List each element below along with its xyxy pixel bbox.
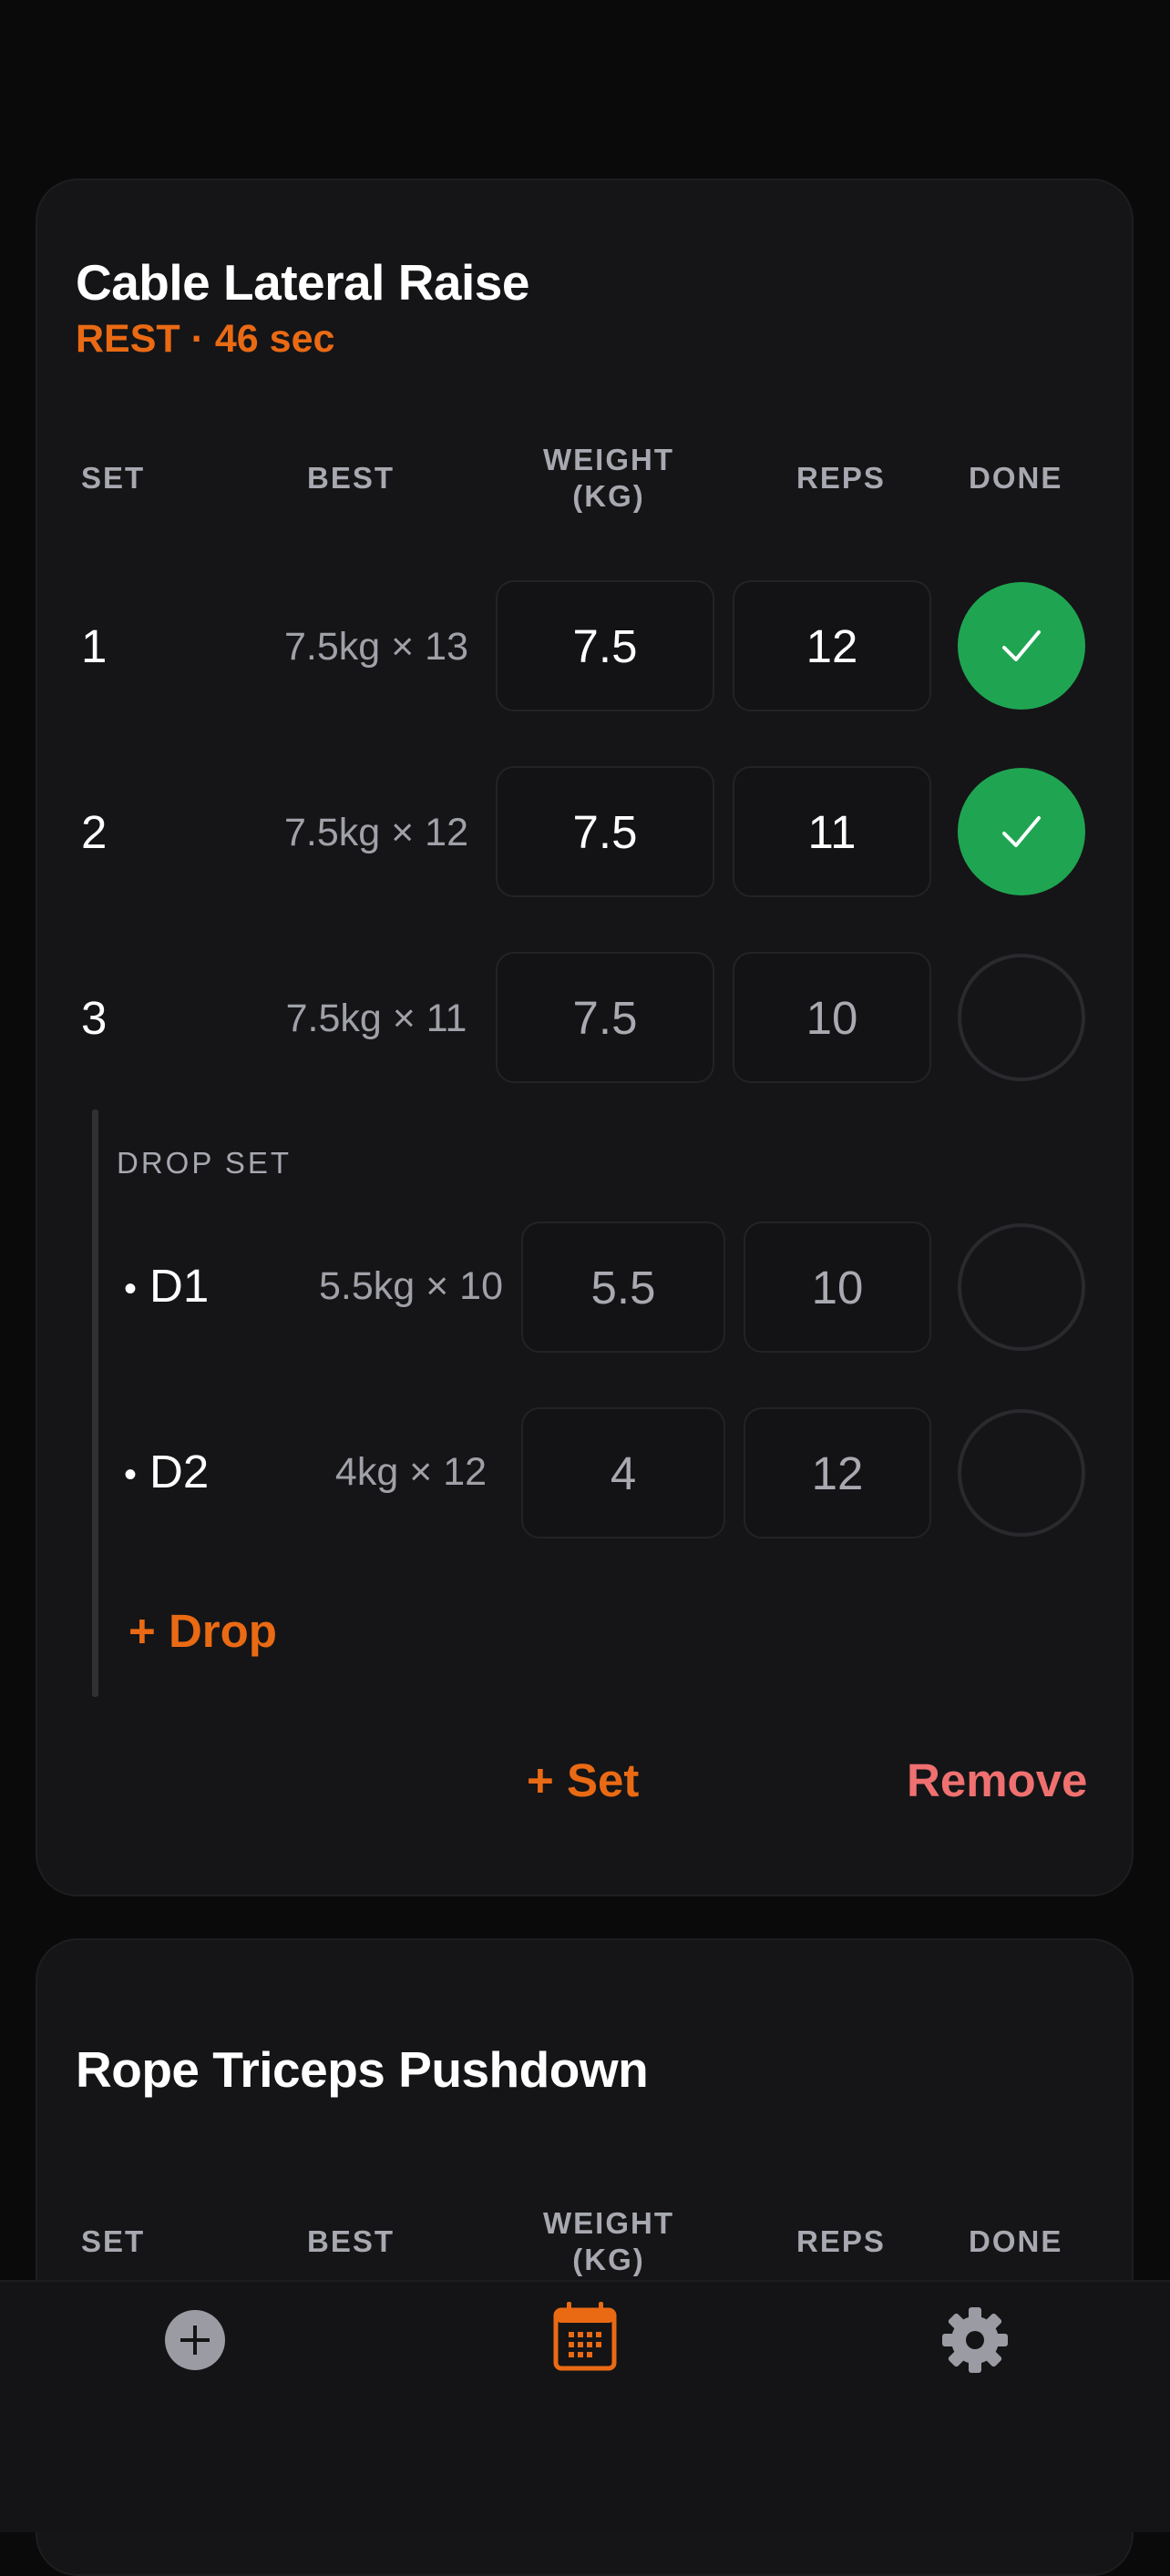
reps-input[interactable]: 10 — [733, 952, 931, 1083]
drop-set-label: DROP SET — [117, 1146, 292, 1180]
weight-input[interactable]: 7.5 — [496, 580, 714, 711]
previous-best: 7.5kg × 12 — [283, 811, 469, 854]
header-reps: REPS — [796, 2224, 886, 2258]
set-done-checkbox[interactable] — [958, 582, 1085, 710]
remove-exercise-button[interactable]: Remove — [907, 1753, 1087, 1807]
header-best: BEST — [307, 461, 395, 495]
tab-history[interactable] — [521, 2282, 649, 2409]
weight-input[interactable]: 5.5 — [521, 1222, 725, 1353]
weight-input[interactable]: 7.5 — [496, 952, 714, 1083]
header-done: DONE — [969, 2224, 1063, 2258]
previous-best: 7.5kg × 13 — [283, 625, 469, 669]
set-done-checkbox[interactable] — [958, 1409, 1085, 1537]
set-done-checkbox[interactable] — [958, 1223, 1085, 1351]
checkmark-icon — [1002, 630, 1041, 661]
header-set: SET — [81, 2224, 146, 2258]
add-drop-button[interactable]: + Drop — [128, 1604, 277, 1658]
drop-set-number: • D2 — [124, 1445, 209, 1498]
previous-best: 5.5kg × 10 — [318, 1264, 504, 1308]
header-best: BEST — [307, 2224, 395, 2258]
header-weight: WEIGHT (KG) — [543, 2206, 674, 2276]
tab-add-workout[interactable] — [131, 2282, 259, 2409]
rest-timer[interactable]: REST · 46 sec — [76, 317, 334, 362]
bottom-tab-bar — [0, 2280, 1170, 2532]
exercise-title: Rope Triceps Pushdown — [76, 2041, 649, 2098]
exercise-title: Cable Lateral Raise — [76, 254, 529, 311]
drop-label: D1 — [149, 1260, 210, 1312]
set-number: 3 — [81, 992, 108, 1044]
exercise-card: Cable Lateral Raise REST · 46 sec SET BE… — [36, 179, 1134, 1896]
set-done-checkbox[interactable] — [958, 768, 1085, 895]
bullet: • — [124, 1269, 138, 1310]
set-done-checkbox[interactable] — [958, 954, 1085, 1081]
gear-icon — [942, 2307, 1008, 2373]
add-circle-icon — [165, 2310, 225, 2370]
previous-best: 4kg × 12 — [334, 1450, 488, 1494]
set-number: 2 — [81, 806, 108, 858]
drop-set-divider — [92, 1109, 98, 1697]
set-number: 1 — [81, 620, 108, 672]
reps-input[interactable]: 10 — [744, 1222, 931, 1353]
drop-set-number: • D1 — [124, 1259, 209, 1313]
previous-best: 7.5kg × 11 — [285, 997, 467, 1040]
reps-input[interactable]: 12 — [744, 1407, 931, 1538]
weight-input[interactable]: 4 — [521, 1407, 725, 1538]
checkmark-icon — [1002, 816, 1041, 847]
header-weight: WEIGHT (KG) — [543, 443, 674, 513]
tab-settings[interactable] — [911, 2282, 1039, 2409]
reps-input[interactable]: 12 — [733, 580, 931, 711]
header-reps: REPS — [796, 461, 886, 495]
bullet: • — [124, 1455, 138, 1496]
add-set-button[interactable]: + Set — [527, 1753, 639, 1807]
header-done: DONE — [969, 461, 1063, 495]
drop-label: D2 — [149, 1446, 210, 1498]
reps-input[interactable]: 11 — [733, 766, 931, 897]
header-set: SET — [81, 461, 146, 495]
weight-input[interactable]: 7.5 — [496, 766, 714, 897]
calendar-icon — [553, 2302, 617, 2371]
